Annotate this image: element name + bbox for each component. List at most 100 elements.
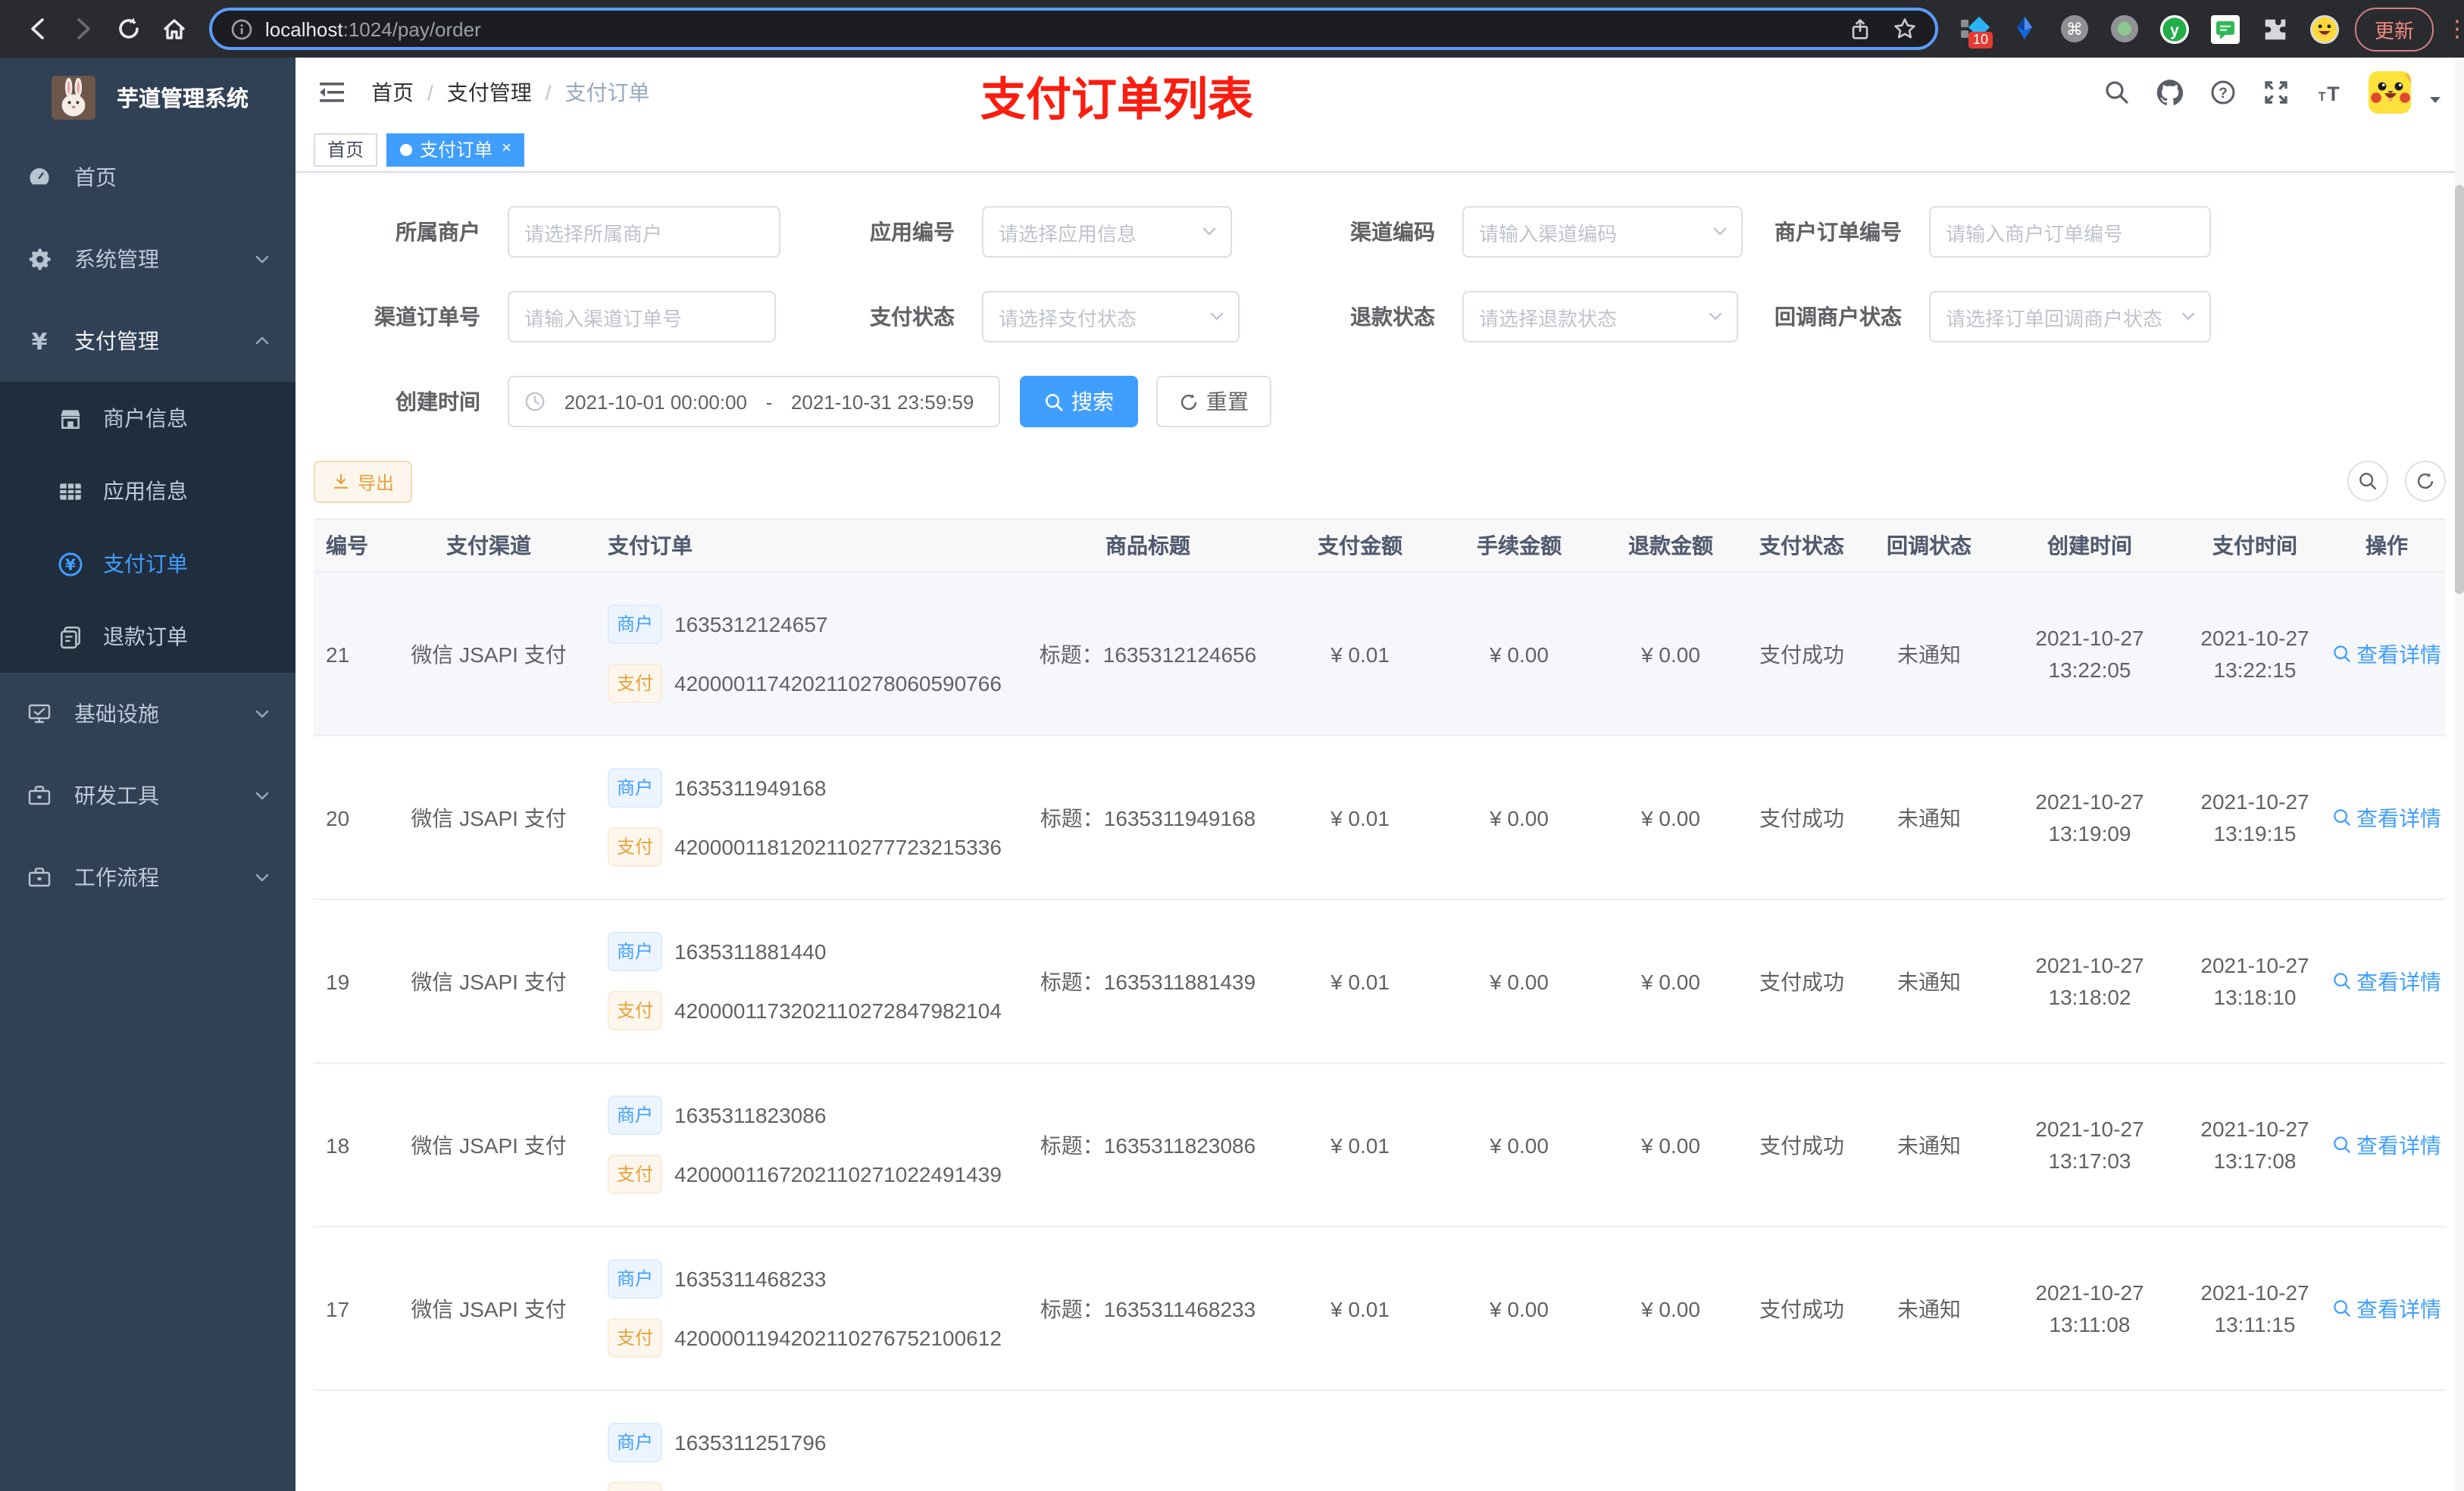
merchant-order-no-input[interactable]: 请输入商户订单编号 xyxy=(1929,206,2211,258)
channel-order-no-input[interactable]: 请输入渠道订单号 xyxy=(508,291,776,342)
extension-green-dot-icon[interactable] xyxy=(2109,14,2140,44)
browser-menu-icon[interactable]: ⋮ xyxy=(2446,15,2464,42)
filter-app: 应用编号 请选择应用信息 xyxy=(823,206,1232,258)
tag-home[interactable]: 首页 xyxy=(314,133,378,166)
sidebar-item-app-info[interactable]: 应用信息 xyxy=(0,455,295,527)
extensions-puzzle-icon[interactable] xyxy=(2259,14,2290,44)
show-search-button[interactable] xyxy=(2347,461,2388,502)
sidebar-submenu-pay: 商户信息 应用信息 ¥ 支付订单 退款订单 xyxy=(0,382,295,673)
tag-pay-order[interactable]: 支付订单 × xyxy=(386,133,525,166)
download-icon xyxy=(333,474,349,489)
extension-badge: 10 xyxy=(1968,32,1993,48)
cell-status: 支付成功 xyxy=(1759,1133,1844,1157)
sidebar-item-refund-order[interactable]: 退款订单 xyxy=(0,600,295,673)
breadcrumb: 首页 / 支付管理 / 支付订单 xyxy=(371,77,650,108)
sidebar-item-infra[interactable]: 基础设施 xyxy=(0,673,295,755)
view-detail-link[interactable]: 查看详情 xyxy=(2332,802,2441,833)
table-row[interactable]: 商户 1635311251796 支付 xyxy=(314,1391,2446,1491)
view-detail-link[interactable]: 查看详情 xyxy=(2332,1130,2441,1160)
breadcrumb-pay[interactable]: 支付管理 xyxy=(447,77,532,108)
refund-status-select[interactable]: 请选择退款状态 xyxy=(1462,291,1738,342)
cell-pay-time: 2021-10-27 13:18:10 xyxy=(2200,952,2309,1008)
search-icon[interactable] xyxy=(2103,79,2131,106)
cell-order: 商户 1635311949168 支付 42000011812021102777… xyxy=(591,768,1015,867)
extensions-area: 10 ⌘ y xyxy=(1959,14,2340,48)
date-start[interactable]: 2021-10-01 00:00:00 xyxy=(555,390,757,413)
sidebar-item-merchant-info[interactable]: 商户信息 xyxy=(0,382,295,455)
date-end[interactable]: 2021-10-31 23:59:59 xyxy=(781,390,983,413)
page-scrollbar[interactable] xyxy=(2455,58,2464,1491)
sidebar-toggle-icon[interactable] xyxy=(317,77,347,108)
browser-forward-icon[interactable] xyxy=(70,15,97,42)
cell-amount: ¥ 0.01 xyxy=(1330,642,1390,666)
app-select[interactable]: 请选择应用信息 xyxy=(982,206,1232,258)
cell-fee: ¥ 0.00 xyxy=(1490,969,1549,993)
view-detail-link[interactable]: 查看详情 xyxy=(2332,966,2441,996)
pay-status-select[interactable]: 请选择支付状态 xyxy=(982,291,1240,342)
search-button[interactable]: 搜索 xyxy=(1020,376,1138,427)
bookmark-star-icon[interactable] xyxy=(1893,17,1917,41)
extension-chat-icon[interactable] xyxy=(2209,14,2240,44)
channel-code-select[interactable]: 请输入渠道编码 xyxy=(1462,206,1743,258)
search-icon xyxy=(2334,809,2350,826)
page-content: 所属商户 请选择所属商户 应用编号 请选择应用信息 渠道编码 请输入渠道编码 商… xyxy=(295,173,2464,1491)
tag-close-icon[interactable]: × xyxy=(502,140,511,158)
sidebar-item-devtools[interactable]: 研发工具 xyxy=(0,755,295,836)
view-detail-link[interactable]: 查看详情 xyxy=(2332,639,2441,669)
filter-pay-status: 支付状态 请选择支付状态 xyxy=(823,291,1240,342)
callback-status-select[interactable]: 请选择订单回调商户状态 xyxy=(1929,291,2211,342)
extension-kite-icon[interactable] xyxy=(2009,14,2040,44)
refresh-table-button[interactable] xyxy=(2405,461,2446,502)
extension-sketch-icon[interactable]: 10 xyxy=(1959,14,1993,48)
url-text: localhost:1024/pay/order xyxy=(265,17,481,40)
cell-order: 商户 1635311468233 支付 42000011942021102767… xyxy=(591,1259,1015,1358)
sidebar-item-system[interactable]: 系统管理 xyxy=(0,218,295,300)
github-icon[interactable] xyxy=(2156,79,2184,106)
fullscreen-icon[interactable] xyxy=(2262,79,2290,106)
search-icon xyxy=(2334,973,2350,989)
browser-reload-icon[interactable] xyxy=(115,15,142,42)
avatar-caret-icon[interactable] xyxy=(2428,92,2443,108)
table-row[interactable]: 17 微信 JSAPI 支付 商户 1635311468233 支付 42000… xyxy=(314,1227,2446,1391)
document-icon xyxy=(61,625,80,649)
app-logo: 芋道管理系统 xyxy=(0,58,295,136)
dashboard-icon xyxy=(30,168,49,185)
site-info-icon[interactable] xyxy=(230,17,253,40)
col-action: 操作 xyxy=(2366,533,2408,558)
col-notify: 回调状态 xyxy=(1887,533,1972,558)
sidebar-item-home[interactable]: 首页 xyxy=(0,136,295,218)
gear-icon xyxy=(29,248,51,270)
cell-pay-time: 2021-10-27 13:22:15 xyxy=(2200,625,2309,681)
browser-update-button[interactable]: 更新 xyxy=(2355,7,2434,51)
table-row[interactable]: 19 微信 JSAPI 支付 商户 1635311881440 支付 42000… xyxy=(314,900,2446,1064)
breadcrumb-home[interactable]: 首页 xyxy=(371,77,414,108)
col-create-time: 创建时间 xyxy=(2047,533,2132,557)
merchant-no-badge: 商户 xyxy=(608,1259,663,1299)
extension-command-icon[interactable]: ⌘ xyxy=(2059,14,2090,44)
avatar[interactable] xyxy=(2369,71,2411,114)
address-bar[interactable]: localhost:1024/pay/order xyxy=(209,8,1938,50)
browser-home-icon[interactable] xyxy=(161,15,188,42)
help-icon[interactable]: ? xyxy=(2209,79,2237,106)
merchant-input[interactable]: 请选择所属商户 xyxy=(508,206,780,258)
table-row[interactable]: 21 微信 JSAPI 支付 商户 1635312124657 支付 42000… xyxy=(314,573,2446,736)
font-size-icon[interactable]: TT xyxy=(2315,79,2343,106)
table-toolbar: 导出 xyxy=(314,461,2446,503)
sidebar-item-pay-order[interactable]: ¥ 支付订单 xyxy=(0,527,295,600)
cell-refund: ¥ 0.00 xyxy=(1641,1133,1700,1157)
view-detail-link[interactable]: 查看详情 xyxy=(2332,1293,2441,1324)
create-time-range-input[interactable]: 2021-10-01 00:00:00 - 2021-10-31 23:59:5… xyxy=(508,376,1000,427)
table-row[interactable]: 20 微信 JSAPI 支付 商户 1635311949168 支付 42000… xyxy=(314,736,2446,900)
refresh-icon xyxy=(1180,393,1197,410)
export-button[interactable]: 导出 xyxy=(314,461,413,503)
share-icon[interactable] xyxy=(1849,17,1871,40)
extension-y-icon[interactable]: y xyxy=(2159,14,2190,44)
browser-back-icon[interactable] xyxy=(24,15,52,42)
extension-emoji-icon[interactable] xyxy=(2309,14,2340,44)
table-row[interactable]: 18 微信 JSAPI 支付 商户 1635311823086 支付 42000… xyxy=(314,1064,2446,1227)
scrollbar-thumb[interactable] xyxy=(2455,185,2464,594)
sidebar-item-workflow[interactable]: 工作流程 xyxy=(0,836,295,918)
sidebar-item-pay[interactable]: ¥ 支付管理 xyxy=(0,300,295,382)
cell-order: 商户 1635311823086 支付 42000011672021102710… xyxy=(591,1096,1015,1194)
reset-button[interactable]: 重置 xyxy=(1156,376,1271,427)
